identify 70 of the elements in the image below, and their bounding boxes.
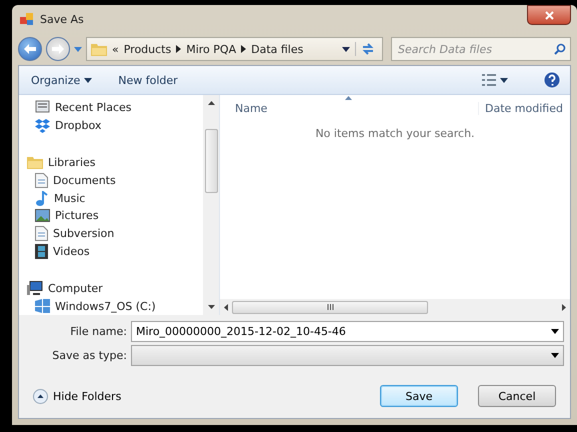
nav-item[interactable]: Dropbox <box>27 116 203 135</box>
vertical-scrollbar[interactable] <box>203 95 219 315</box>
nav-item[interactable]: Videos <box>27 242 203 260</box>
sort-arrow-icon <box>345 96 352 100</box>
caret-icon <box>74 46 82 52</box>
chevron-icon <box>176 45 182 53</box>
dropbox-icon <box>35 118 50 133</box>
search-field[interactable]: Search Data files <box>391 37 571 61</box>
nav-item[interactable]: Computer <box>27 279 203 298</box>
computer-icon <box>27 280 43 296</box>
file-name-label: File name: <box>69 325 128 338</box>
organize-menu[interactable]: Organize <box>31 74 92 86</box>
caret-icon <box>551 353 559 358</box>
picture-icon <box>35 209 50 222</box>
save-as-type-dropdown[interactable] <box>131 345 564 366</box>
breadcrumb-item[interactable]: Miro PQA <box>186 42 236 56</box>
nav-item[interactable]: Subversion <box>27 224 203 243</box>
nav-item[interactable]: Recent Places <box>27 99 203 117</box>
back-arrow-icon <box>24 44 36 54</box>
app-icon <box>20 12 34 26</box>
dialog-button[interactable]: Cancel <box>478 385 556 407</box>
forward-arrow-icon <box>52 44 64 54</box>
caret-icon <box>551 329 559 334</box>
empty-message: No items match your search. <box>315 127 475 140</box>
hide-folders-button[interactable]: Hide Folders <box>33 388 122 404</box>
search-input[interactable]: Search Data files <box>396 42 554 56</box>
document-icon <box>35 226 48 242</box>
column-header[interactable]: Date modified <box>478 102 570 114</box>
collapse-icon <box>33 388 48 404</box>
scroll-thumb[interactable] <box>232 300 428 314</box>
list-view-icon <box>482 74 496 86</box>
forward-button[interactable] <box>46 37 70 61</box>
folder-icon <box>91 42 107 56</box>
film-icon <box>35 244 48 259</box>
breadcrumb-item[interactable]: Products <box>124 42 172 56</box>
nav-item[interactable]: Pictures <box>27 206 203 225</box>
libraries-folder-icon <box>27 155 43 170</box>
music-note-icon <box>35 190 49 206</box>
view-menu[interactable] <box>482 74 508 86</box>
caret-icon <box>84 78 92 82</box>
file-name-input[interactable]: Miro_00000000_2015-12-02_10-45-46 <box>136 325 551 338</box>
breadcrumb-item[interactable]: Data files <box>251 42 304 56</box>
nav-item[interactable]: Music <box>27 189 203 207</box>
grip-icon <box>326 304 334 310</box>
address-bar[interactable]: « Products Miro PQA Data files <box>86 37 383 61</box>
help-icon[interactable] <box>544 72 560 88</box>
column-header[interactable]: Name <box>220 102 478 114</box>
nav-item[interactable]: Windows7_OS (C:) <box>27 297 203 315</box>
search-icon <box>554 43 566 55</box>
document-icon <box>35 172 48 188</box>
scroll-thumb[interactable] <box>204 129 218 193</box>
scroll-right-icon <box>562 304 566 310</box>
dialog-button[interactable]: Save <box>380 385 458 407</box>
breadcrumb-overflow[interactable]: « <box>112 42 119 56</box>
scroll-down-icon <box>208 305 214 309</box>
nav-item[interactable]: Libraries <box>27 154 203 172</box>
caret-icon <box>500 78 508 82</box>
back-button[interactable] <box>18 37 42 61</box>
close-button[interactable] <box>527 5 571 25</box>
save-as-type-label: Save as type: <box>51 349 128 362</box>
chevron-icon <box>241 45 246 53</box>
close-icon <box>544 10 554 20</box>
horizontal-scrollbar[interactable] <box>220 299 570 315</box>
caret-icon <box>342 46 350 52</box>
window-title: Save As <box>40 12 85 26</box>
scroll-up-icon <box>208 101 214 105</box>
nav-item[interactable]: Documents <box>27 171 203 190</box>
scroll-left-icon <box>224 304 228 310</box>
file-name-field[interactable]: Miro_00000000_2015-12-02_10-45-46 <box>131 321 564 342</box>
new-folder-button[interactable]: New folder <box>118 74 178 86</box>
